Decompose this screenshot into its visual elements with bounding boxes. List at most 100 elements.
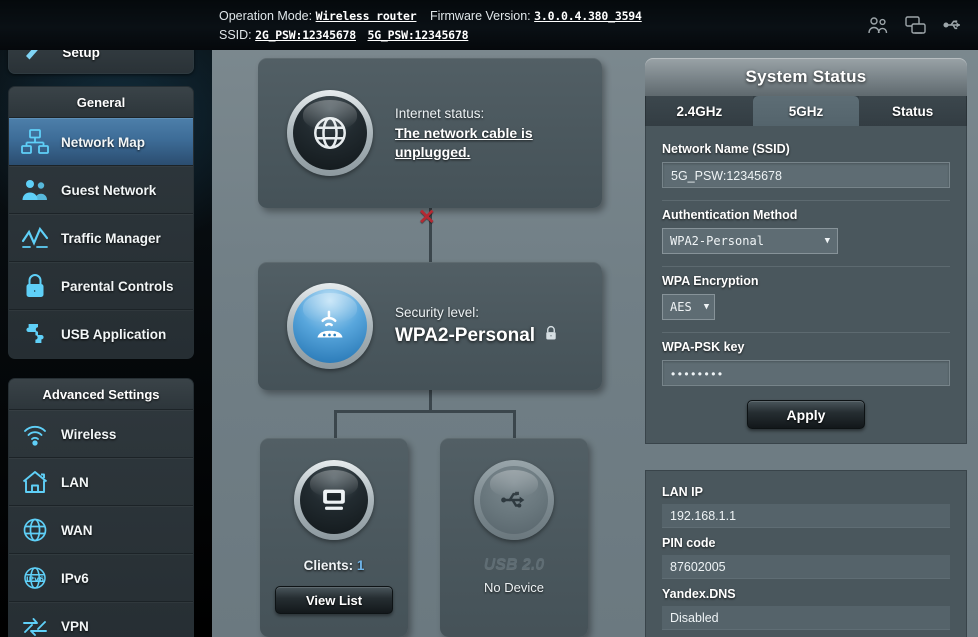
security-level-row: WPA2-Personal <box>395 323 558 349</box>
sidebar-item-wireless[interactable]: Wireless <box>9 410 193 458</box>
top-header-bar: Operation Mode: Wireless router Firmware… <box>0 0 978 50</box>
apply-button-wrap: Apply <box>662 386 950 431</box>
network-node-clients[interactable]: Clients: 1 View List <box>260 438 408 637</box>
ssid-5g-value[interactable]: 5G_PSW:12345678 <box>367 28 468 42</box>
sidebar-item-lan[interactable]: LAN <box>9 458 193 506</box>
usb-application-icon <box>9 321 61 349</box>
wpa-encryption-select[interactable]: AES ▼ <box>662 294 715 320</box>
sidebar-item-wan[interactable]: WAN <box>9 506 193 554</box>
network-map-diagram: ✕ Internet status: The network cable is … <box>212 50 642 637</box>
tab-2-4ghz[interactable]: 2.4GHz <box>646 96 753 126</box>
header-icon-group <box>866 14 966 36</box>
auth-method-value: WPA2-Personal <box>670 234 764 248</box>
sidebar-item-label: VPN <box>61 619 89 634</box>
lock-icon <box>544 323 558 349</box>
system-status-panel: System Status 2.4GHz 5GHz Status Network… <box>645 58 967 444</box>
wpa-psk-key-label: WPA-PSK key <box>662 340 745 354</box>
left-sidebar: Quick Internet Setup General Network Map <box>0 0 212 637</box>
sidebar-item-label: Parental Controls <box>61 278 174 294</box>
sidebar-item-vpn[interactable]: VPN <box>9 602 193 637</box>
system-status-title: System Status <box>645 58 967 96</box>
traffic-manager-icon <box>9 224 61 252</box>
clients-label: Clients: <box>303 558 354 573</box>
sidebar-item-label: Wireless <box>61 426 117 442</box>
network-node-router[interactable]: Security level: WPA2-Personal <box>258 262 602 390</box>
internet-status-label: Internet status: <box>395 106 485 121</box>
sidebar-group-general-title: General <box>9 87 193 118</box>
tab-status[interactable]: Status <box>859 96 967 126</box>
guest-network-icon[interactable] <box>866 14 890 36</box>
clients-caption: Clients: 1 <box>260 558 408 573</box>
pin-code-label: PIN code <box>662 536 716 550</box>
main-content: ✕ Internet status: The network cable is … <box>212 50 978 637</box>
connector-bus-clients <box>334 410 337 440</box>
ssid-2g-value[interactable]: 2G_PSW:12345678 <box>255 28 356 42</box>
wpa-encryption-label: WPA Encryption <box>662 274 759 288</box>
apply-button[interactable]: Apply <box>747 400 865 429</box>
sidebar-item-label: IPv6 <box>61 570 89 586</box>
sidebar-item-label: USB Application <box>61 327 167 342</box>
yandex-dns-value: Disabled <box>662 606 950 630</box>
internet-status-text: Internet status: The network cable is un… <box>395 104 555 162</box>
tab-5ghz[interactable]: 5GHz <box>752 96 860 126</box>
security-level-label: Security level: <box>395 305 480 320</box>
view-list-button[interactable]: View List <box>275 586 393 614</box>
field-divider <box>662 266 950 267</box>
pin-code-value: 87602005 <box>662 555 950 579</box>
wan-globe-icon <box>9 516 61 544</box>
chevron-down-icon: ▼ <box>703 302 710 312</box>
network-node-internet[interactable]: Internet status: The network cable is un… <box>258 58 602 208</box>
ipv6-icon: IPv6 <box>9 564 61 592</box>
header-info: Operation Mode: Wireless router Firmware… <box>219 7 642 45</box>
security-level-value: WPA2-Personal <box>395 325 536 346</box>
yandex-dns-label: Yandex.DNS <box>662 587 736 601</box>
chevron-down-icon: ▼ <box>824 236 830 246</box>
internet-status-value[interactable]: The network cable is unplugged. <box>395 124 555 162</box>
parental-controls-icon <box>9 272 61 300</box>
connector-horizontal-bus <box>334 410 516 413</box>
sidebar-item-traffic-manager[interactable]: Traffic Manager <box>9 214 193 262</box>
lan-home-icon <box>9 468 61 496</box>
ssid-input[interactable]: 5G_PSW:12345678 <box>662 162 950 188</box>
usb-status: No Device <box>484 580 544 595</box>
auth-method-select[interactable]: WPA2-Personal ▼ <box>662 228 838 254</box>
lan-ip-label: LAN IP <box>662 485 703 499</box>
sidebar-item-label: Network Map <box>61 134 146 150</box>
operation-mode-value[interactable]: Wireless router <box>316 9 417 23</box>
wpa-encryption-value: AES <box>670 300 692 314</box>
guest-network-icon <box>9 176 61 204</box>
sidebar-item-network-map[interactable]: Network Map <box>9 118 193 166</box>
network-node-usb[interactable]: USB 2.0 No Device <box>440 438 588 637</box>
connector-router-trunk <box>429 390 432 412</box>
clients-icon[interactable] <box>904 14 928 36</box>
sidebar-item-label: WAN <box>61 522 93 538</box>
wpa-psk-key-input[interactable]: •••••••• <box>662 360 950 386</box>
ssid-field-label: Network Name (SSID) <box>662 142 790 156</box>
router-icon <box>287 283 373 369</box>
sidebar-item-label: Guest Network <box>61 182 157 198</box>
sidebar-item-label: Traffic Manager <box>61 230 161 246</box>
sidebar-item-parental-controls[interactable]: Parental Controls <box>9 262 193 310</box>
field-divider <box>662 200 950 201</box>
wireless-icon <box>9 420 61 448</box>
sidebar-item-usb-application[interactable]: USB Application <box>9 310 193 358</box>
auth-method-label: Authentication Method <box>662 208 798 222</box>
sidebar-group-general: General Network Map Guest Network Traffi… <box>8 86 194 359</box>
svg-text:IPv6: IPv6 <box>26 574 44 583</box>
usb-icon[interactable] <box>942 14 966 36</box>
operation-mode-label: Operation Mode: <box>219 9 313 23</box>
router-admin-page: Operation Mode: Wireless router Firmware… <box>0 0 978 637</box>
sidebar-item-ipv6[interactable]: IPv6 IPv6 <box>9 554 193 602</box>
monitor-icon <box>294 460 374 540</box>
lan-ip-value: 192.168.1.1 <box>662 504 950 528</box>
sidebar-item-guest-network[interactable]: Guest Network <box>9 166 193 214</box>
firmware-label: Firmware Version: <box>429 9 531 23</box>
firmware-value[interactable]: 3.0.0.4.380_3594 <box>534 9 642 23</box>
sidebar-group-advanced: Advanced Settings Wireless LAN WAN IPv6 … <box>8 378 194 637</box>
usb-icon <box>474 460 554 540</box>
field-divider <box>662 332 950 333</box>
sidebar-item-label: LAN <box>61 474 89 490</box>
system-info-panel: LAN IP 192.168.1.1 PIN code 87602005 Yan… <box>645 470 967 637</box>
header-row-mode: Operation Mode: Wireless router Firmware… <box>219 7 642 26</box>
network-map-icon <box>9 128 61 156</box>
